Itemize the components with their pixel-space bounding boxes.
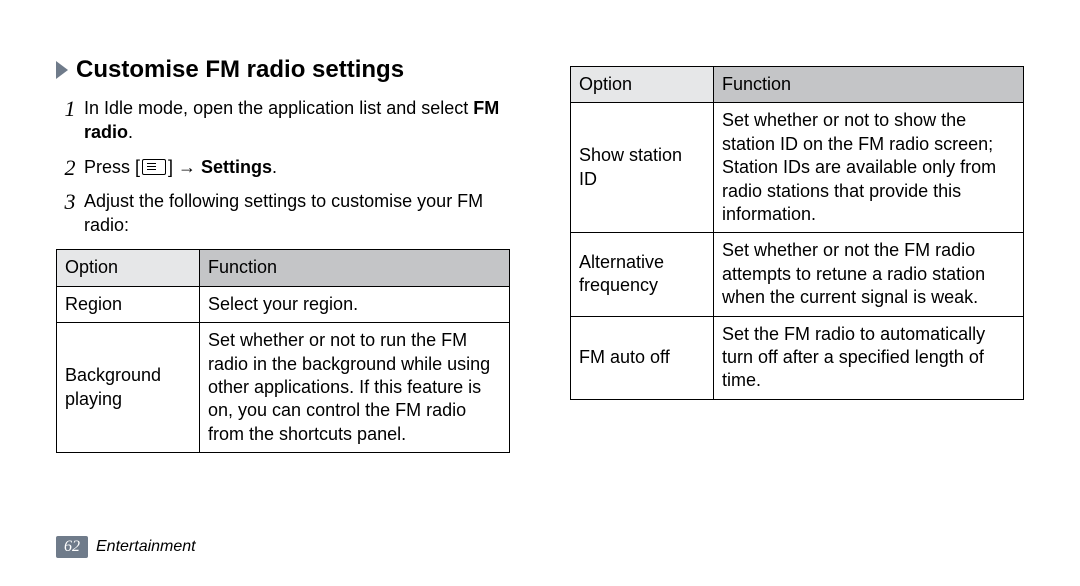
step-bold: Settings xyxy=(201,157,272,177)
step-1: 1 In Idle mode, open the application lis… xyxy=(56,96,510,145)
table-row: FM auto off Set the FM radio to automati… xyxy=(571,316,1024,399)
col-header-option: Option xyxy=(571,67,714,103)
step-text: . xyxy=(128,122,133,142)
menu-key-icon xyxy=(142,159,166,175)
left-column: Customise FM radio settings 1 In Idle mo… xyxy=(56,56,510,453)
step-body: Press [ ] → Settings. xyxy=(84,155,510,179)
step-text: In Idle mode, open the application list … xyxy=(84,98,473,118)
step-text: ] → xyxy=(168,157,201,177)
heading-row: Customise FM radio settings xyxy=(56,56,510,84)
footer-category: Entertainment xyxy=(96,538,196,556)
chevron-right-icon xyxy=(56,61,68,79)
step-number: 3 xyxy=(56,189,84,213)
settings-table-right: Option Function Show station ID Set whet… xyxy=(570,66,1024,400)
col-header-function: Function xyxy=(200,250,510,286)
table-row: Background playing Set whether or not to… xyxy=(57,323,510,453)
settings-table-left: Option Function Region Select your regio… xyxy=(56,249,510,453)
table-row: Region Select your region. xyxy=(57,286,510,322)
section-heading: Customise FM radio settings xyxy=(76,56,404,84)
cell-option: Show station ID xyxy=(571,103,714,233)
table-header-row: Option Function xyxy=(57,250,510,286)
page-number-badge: 62 xyxy=(56,536,88,558)
cell-function: Set whether or not to run the FM radio i… xyxy=(200,323,510,453)
steps-list: 1 In Idle mode, open the application lis… xyxy=(56,96,510,237)
table-header-row: Option Function xyxy=(571,67,1024,103)
step-number: 1 xyxy=(56,96,84,120)
step-2: 2 Press [ ] → Settings. xyxy=(56,155,510,179)
col-header-option: Option xyxy=(57,250,200,286)
col-header-function: Function xyxy=(714,67,1024,103)
step-body: In Idle mode, open the application list … xyxy=(84,96,510,145)
table-row: Show station ID Set whether or not to sh… xyxy=(571,103,1024,233)
cell-function: Set the FM radio to automatically turn o… xyxy=(714,316,1024,399)
manual-page: Customise FM radio settings 1 In Idle mo… xyxy=(0,0,1080,586)
step-text: Press [ xyxy=(84,157,140,177)
columns: Customise FM radio settings 1 In Idle mo… xyxy=(56,56,1024,453)
cell-option: Region xyxy=(57,286,200,322)
cell-option: FM auto off xyxy=(571,316,714,399)
table-row: Alternative frequency Set whether or not… xyxy=(571,233,1024,316)
cell-option: Alternative frequency xyxy=(571,233,714,316)
cell-function: Select your region. xyxy=(200,286,510,322)
step-number: 2 xyxy=(56,155,84,179)
right-column: Option Function Show station ID Set whet… xyxy=(570,56,1024,453)
step-body: Adjust the following settings to customi… xyxy=(84,189,510,238)
page-footer: 62 Entertainment xyxy=(56,536,196,558)
step-text: . xyxy=(272,157,277,177)
step-text: Adjust the following settings to customi… xyxy=(84,191,483,235)
cell-option: Background playing xyxy=(57,323,200,453)
step-3: 3 Adjust the following settings to custo… xyxy=(56,189,510,238)
cell-function: Set whether or not to show the station I… xyxy=(714,103,1024,233)
cell-function: Set whether or not the FM radio attempts… xyxy=(714,233,1024,316)
